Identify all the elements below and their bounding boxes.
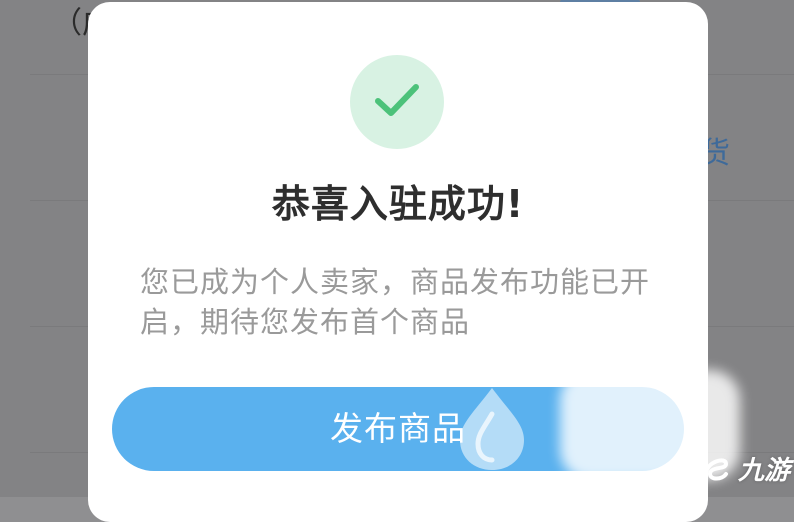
logo-mark-icon bbox=[704, 458, 729, 481]
success-icon-container bbox=[350, 55, 444, 149]
logo-text: 九游 bbox=[738, 455, 791, 486]
check-icon bbox=[375, 84, 419, 116]
dialog-title: 恭喜入驻成功! bbox=[271, 182, 525, 226]
dialog-description: 您已成为个人卖家，商品发布功能已开启，期待您发布首个商品 bbox=[140, 265, 651, 339]
watermark-drop-icon bbox=[460, 388, 524, 470]
watermark-logo: 九游 bbox=[700, 448, 790, 488]
